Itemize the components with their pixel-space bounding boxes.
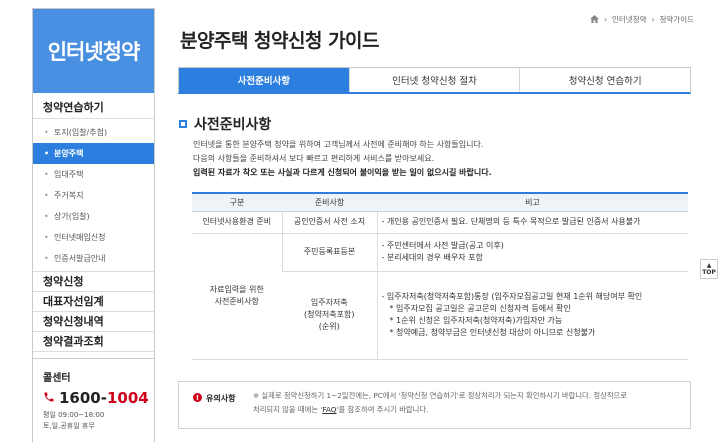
table-cell-category: 자료입력을 위한 사전준비사항 <box>192 233 282 360</box>
note-line: * 입주자모집 공고일은 공고문의 신청자격 등에서 확인 <box>389 304 571 313</box>
tab-procedure[interactable]: 인터넷 청약신청 절차 <box>348 68 520 92</box>
sidebar-sub-commercial[interactable]: 상가(입찰) <box>33 206 154 227</box>
notice-line: ※ 실제로 청약신청하기 1~2일전에는, PC에서 '청약신청 연습하기'로 … <box>253 391 627 400</box>
sidebar-sub-purchase[interactable]: 인터넷매입신청 <box>33 227 154 248</box>
sidebar-submenu: 토지(입찰/추첨) 분양주택 임대주택 주거복지 상가(입찰) 인터넷매입신청 … <box>33 119 154 272</box>
scroll-top-label: TOP <box>702 268 716 276</box>
table-row: 인터넷사용환경 준비 공인인증서 사전 소지 - 개인용 공인인증서 필요. 단… <box>192 211 688 234</box>
table-cell-note: - 주민센터에서 사전 발급(공고 이후) - 분리세대의 경우 배우자 포함 <box>376 233 688 272</box>
table-cell-category: 인터넷사용환경 준비 <box>192 211 282 234</box>
table-cell-item: 공인인증서 사전 소지 <box>281 211 377 234</box>
notice-body: ※ 실제로 청약신청하기 1~2일전에는, PC에서 '청약신청 연습하기'로 … <box>247 382 690 428</box>
page-title: 분양주택 청약신청 가이드 <box>180 30 380 52</box>
note-line: - 분리세대의 경우 배우자 포함 <box>381 253 483 262</box>
note-line: * 청약예금, 청약부금은 인터넷신청 대상이 아니므로 신청불가 <box>389 328 596 337</box>
note-line: - 입주자저축(청약저축포함)통장 (입주자모집공고일 현재 1순위 해당여부 … <box>381 292 643 301</box>
table-cell-item: 주민등록표등본 <box>281 233 377 272</box>
breadcrumb-item[interactable]: 청약가이드 <box>660 14 695 25</box>
intro-line: 다음의 사항들을 준비하셔서 보다 빠르고 편리하게 서비스를 받아보세요. <box>193 154 435 163</box>
notice-title: 유의사항 <box>206 394 236 403</box>
tab-preparation[interactable]: 사전준비사항 <box>179 68 349 92</box>
notice-header: ! 유의사항 <box>179 382 247 428</box>
phone-icon <box>43 389 55 407</box>
call-center-number: 1600- 1004 <box>43 389 149 407</box>
table-header: 준비사항 <box>282 192 377 212</box>
note-line: - 주민센터에서 사전 발급(공고 이후) <box>381 241 504 250</box>
table-cell-note: - 개인용 공인인증서 필요. 단체명의 등 특수 목적으로 발급된 인증서 사… <box>376 211 688 234</box>
call-hours-weekday: 평일 09:00~18:00 <box>43 411 105 419</box>
sidebar-sub-rental[interactable]: 임대주택 <box>33 164 154 185</box>
breadcrumb-item[interactable]: 인터넷청약 <box>612 14 647 25</box>
section-title-text: 사전준비사항 <box>194 117 272 133</box>
breadcrumb-separator: › <box>604 15 607 24</box>
scroll-top-button[interactable]: ▲ TOP <box>700 259 718 279</box>
category-line: 사전준비사항 <box>214 297 259 306</box>
intro-line: 인터넷을 통한 분양주택 청약을 위하여 고객님께서 사전에 준비해야 하는 사… <box>193 140 484 149</box>
intro-warning: 입력된 자료가 착오 또는 사실과 다르게 신청되어 불이익을 받는 일이 없으… <box>193 168 492 177</box>
tab-bar: 사전준비사항 인터넷 청약신청 절차 청약신청 연습하기 <box>178 67 691 94</box>
note-line: * 1순위 신청은 입주자저축(청약저축)가입자만 가능 <box>389 316 563 325</box>
notice-text: '를 참조하여 주시기 바랍니다. <box>336 405 429 414</box>
sidebar-sub-sale-housing[interactable]: 분양주택 <box>33 143 154 164</box>
item-line: 입주자저축 <box>310 298 348 307</box>
sidebar-sub-welfare[interactable]: 주거복지 <box>33 185 154 206</box>
section-intro: 인터넷을 통한 분양주택 청약을 위하여 고객님께서 사전에 준비해야 하는 사… <box>193 138 693 180</box>
sidebar-sub-land[interactable]: 토지(입찰/추첨) <box>33 122 154 143</box>
call-number-suffix: 1004 <box>106 389 149 407</box>
call-center: 콜센터 1600- 1004 평일 09:00~18:00 토,일,공휴일 휴무 <box>33 358 154 442</box>
sidebar-item-history[interactable]: 청약신청내역 <box>33 312 154 332</box>
notice-line: 처리되지 않을 때에는 'FAQ'를 참조하여 주시기 바랍니다. <box>253 403 680 417</box>
home-icon[interactable] <box>590 14 599 25</box>
section-title: 사전준비사항 <box>179 114 271 134</box>
call-hours-weekend: 토,일,공휴일 휴무 <box>43 422 95 430</box>
table-header: 비고 <box>377 192 688 212</box>
breadcrumb: › 인터넷청약 › 청약가이드 <box>590 14 694 25</box>
table-row: 자료입력을 위한 사전준비사항 주민등록표등본 - 주민센터에서 사전 발급(공… <box>192 233 688 360</box>
call-number-prefix: 1600- <box>59 389 107 407</box>
alert-icon: ! <box>193 393 202 402</box>
item-line: (청약저축포함) <box>304 310 355 319</box>
sidebar: 인터넷청약 청약연습하기 토지(입찰/추첨) 분양주택 임대주택 주거복지 상가… <box>32 8 155 442</box>
table-cell-item: 입주자저축 (청약저축포함) (순위) <box>282 271 377 360</box>
preparation-table: 구분 준비사항 비고 인터넷사용환경 준비 공인인증서 사전 소지 - 개인용 … <box>192 192 688 360</box>
table-cell-note: - 입주자저축(청약저축포함)통장 (입주자모집공고일 현재 1순위 해당여부 … <box>376 271 688 360</box>
square-bullet-icon <box>179 120 187 128</box>
table-header: 구분 <box>192 192 282 212</box>
sidebar-sub-certificate[interactable]: 인증서발급안내 <box>33 248 154 269</box>
item-line: (순위) <box>318 322 340 331</box>
notice-box: ! 유의사항 ※ 실제로 청약신청하기 1~2일전에는, PC에서 '청약신청 … <box>178 381 691 429</box>
call-center-title: 콜센터 <box>43 373 71 384</box>
faq-link[interactable]: FAQ <box>322 405 336 414</box>
tab-practice[interactable]: 청약신청 연습하기 <box>519 68 691 92</box>
sidebar-header: 인터넷청약 <box>33 9 154 93</box>
sidebar-item-results[interactable]: 청약결과조회 <box>33 332 154 352</box>
sidebar-item-practice[interactable]: 청약연습하기 <box>33 97 154 119</box>
category-line: 자료입력을 위한 <box>209 285 264 294</box>
notice-text: 처리되지 않을 때에는 ' <box>253 405 323 414</box>
sidebar-item-apply[interactable]: 청약신청 <box>33 272 154 292</box>
breadcrumb-separator: › <box>651 15 655 24</box>
note-line: - 개인용 공인인증서 필요. 단체명의 등 특수 목적으로 발급된 인증서 사… <box>381 217 641 226</box>
sidebar-item-representative[interactable]: 대표자선임계 <box>33 292 154 312</box>
